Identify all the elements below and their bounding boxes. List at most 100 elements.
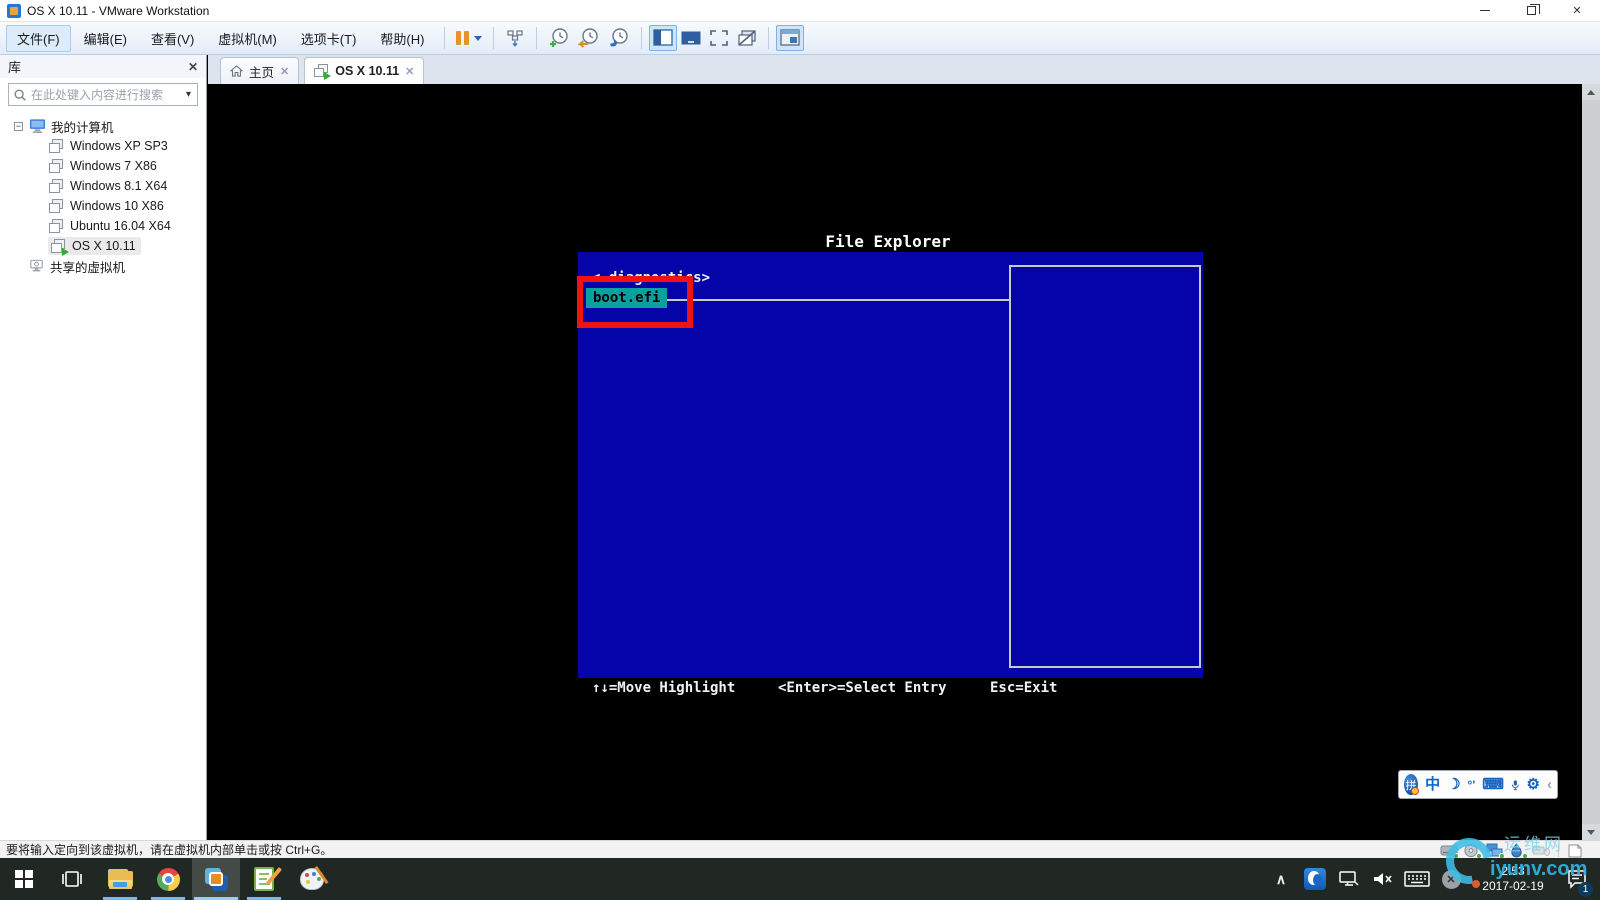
- tree-item-label: 共享的虚拟机: [50, 260, 126, 275]
- window-title: OS X 10.11 - VMware Workstation: [27, 3, 210, 18]
- search-dropdown-icon[interactable]: ▾: [184, 89, 193, 100]
- tree-item-vm[interactable]: Ubuntu 16.04 X64: [0, 216, 206, 236]
- tab-close-icon[interactable]: ✕: [405, 65, 414, 78]
- status-separator: [1558, 843, 1559, 857]
- console-view-button[interactable]: [776, 25, 805, 51]
- tray-app-x-icon[interactable]: ✕: [1436, 858, 1466, 900]
- clock-date: 2017-02-19: [1482, 879, 1544, 893]
- search-input[interactable]: [31, 87, 184, 102]
- ime-softkeyboard-icon[interactable]: ⌨: [1482, 777, 1504, 792]
- ime-language-button[interactable]: 中: [1425, 777, 1440, 792]
- send-ctrl-alt-del-button[interactable]: [501, 25, 529, 51]
- menu-view[interactable]: 查看(V): [140, 25, 205, 52]
- vm-icon: [48, 178, 65, 194]
- collapse-icon[interactable]: −: [14, 121, 23, 131]
- restore-icon: [1526, 4, 1540, 15]
- paint-icon: [300, 865, 329, 890]
- taskbar-paint[interactable]: [288, 858, 336, 900]
- task-view-icon: [62, 871, 82, 887]
- snapshot-manager-icon: [610, 28, 629, 47]
- menu-help[interactable]: 帮助(H): [369, 25, 435, 52]
- tray-clock[interactable]: 2:53 2017-02-19: [1470, 864, 1556, 894]
- tray-touch-keyboard-icon[interactable]: [1402, 858, 1432, 900]
- taskbar-chrome[interactable]: [144, 858, 192, 900]
- tab-osx-vm[interactable]: OS X 10.11 ✕: [304, 57, 425, 84]
- text-editor-icon: [254, 867, 282, 891]
- ctrl-alt-del-icon: [507, 30, 524, 47]
- toggle-thumbnail-bar-button[interactable]: [677, 25, 705, 51]
- tray-sogou-icon[interactable]: [1300, 858, 1330, 900]
- tree-item-vm[interactable]: Windows XP SP3: [0, 136, 206, 156]
- menubar: 文件(F) 编辑(E) 查看(V) 虚拟机(M) 选项卡(T) 帮助(H): [0, 22, 1600, 55]
- revert-snapshot-button[interactable]: [574, 25, 604, 51]
- tree-item-vm[interactable]: Windows 7 X86: [0, 156, 206, 176]
- tab-home[interactable]: 主页 ✕: [220, 57, 300, 84]
- library-close-icon[interactable]: ✕: [188, 60, 198, 74]
- restore-button[interactable]: [1508, 0, 1554, 22]
- minimize-icon: [1480, 10, 1490, 11]
- task-view-button[interactable]: [48, 858, 96, 900]
- take-snapshot-button[interactable]: [544, 25, 574, 51]
- taskbar-vmware[interactable]: [192, 858, 240, 900]
- menu-edit[interactable]: 编辑(E): [73, 25, 138, 52]
- tree-item-vm[interactable]: Windows 8.1 X64: [0, 176, 206, 196]
- scroll-down-icon[interactable]: [1582, 824, 1600, 840]
- sogou-logo-icon[interactable]: 拼: [1404, 774, 1420, 795]
- shared-vm-icon: [28, 258, 45, 274]
- tab-label: 主页: [249, 65, 275, 80]
- scroll-up-icon[interactable]: [1582, 84, 1600, 100]
- unity-mode-icon: [738, 30, 757, 46]
- ime-punctuation-icon[interactable]: °': [1468, 779, 1476, 791]
- tree-item-label: Windows XP SP3: [70, 139, 168, 153]
- windows-taskbar: ∧ ✕ 2:53 2017-02-19 1: [0, 858, 1600, 900]
- sound-device-icon[interactable]: [1509, 842, 1528, 859]
- ime-voice-icon[interactable]: [1511, 777, 1520, 793]
- vm-vertical-scrollbar[interactable]: [1582, 84, 1600, 840]
- vm-icon: [48, 158, 65, 174]
- tree-item-my-computer[interactable]: − 我的计算机: [0, 116, 206, 136]
- unity-mode-button[interactable]: [733, 25, 761, 51]
- snapshot-clock-plus-icon: [550, 28, 569, 47]
- minimize-button[interactable]: [1462, 0, 1508, 22]
- play-icon: [324, 72, 332, 80]
- fullscreen-icon: [710, 30, 729, 46]
- toggle-library-button[interactable]: [649, 25, 678, 51]
- efi-separator-line: [666, 299, 1009, 301]
- toolbar-separator: [444, 27, 446, 49]
- manage-snapshots-button[interactable]: [604, 25, 634, 51]
- start-button[interactable]: [0, 858, 48, 900]
- tray-volume-muted-icon[interactable]: [1368, 858, 1398, 900]
- taskbar-file-explorer[interactable]: [96, 858, 144, 900]
- taskbar-text-editor[interactable]: [240, 858, 288, 900]
- tray-network-icon[interactable]: [1334, 858, 1364, 900]
- cdrom-device-icon[interactable]: [1463, 843, 1482, 859]
- tabs-bar: 主页 ✕ OS X 10.11 ✕: [208, 55, 1600, 84]
- tray-overflow-chevron-icon[interactable]: ∧: [1266, 858, 1296, 900]
- message-log-icon[interactable]: [1567, 843, 1585, 858]
- vm-icon: [48, 218, 65, 234]
- vmware-app-icon: [7, 3, 21, 18]
- ime-fullhalf-moon-icon[interactable]: ☽: [1447, 777, 1460, 792]
- ime-collapse-icon[interactable]: ‹: [1547, 776, 1552, 793]
- thumbnail-bar-icon: [681, 31, 701, 45]
- menu-file[interactable]: 文件(F): [6, 24, 71, 52]
- snapshot-revert-icon: [578, 28, 599, 48]
- tab-close-icon[interactable]: ✕: [280, 65, 289, 78]
- tree-item-label: 我的计算机: [51, 120, 114, 135]
- action-center-button[interactable]: 1: [1560, 858, 1594, 900]
- menu-vm[interactable]: 虚拟机(M): [207, 25, 288, 52]
- tree-item-vm[interactable]: Windows 10 X86: [0, 196, 206, 216]
- hard-disk-device-icon[interactable]: [1440, 843, 1459, 859]
- close-button[interactable]: ✕: [1554, 0, 1600, 22]
- fullscreen-button[interactable]: [705, 25, 733, 51]
- network-device-icon[interactable]: [1486, 843, 1505, 859]
- vm-console-screen[interactable]: File Explorer <.diagnostics> boot.efi ↑↓…: [208, 84, 1582, 840]
- ime-settings-gear-icon[interactable]: ⚙: [1527, 777, 1540, 792]
- menu-tabs[interactable]: 选项卡(T): [290, 25, 368, 52]
- tree-item-vm-selected[interactable]: OS X 10.11: [0, 236, 206, 256]
- selected-highlight: OS X 10.11: [48, 237, 141, 256]
- computer-icon: [29, 118, 46, 134]
- tree-item-shared-vms[interactable]: 共享的虚拟机: [0, 256, 206, 276]
- usb-keyboard-icon[interactable]: [1532, 843, 1550, 858]
- power-pause-button[interactable]: [452, 25, 486, 51]
